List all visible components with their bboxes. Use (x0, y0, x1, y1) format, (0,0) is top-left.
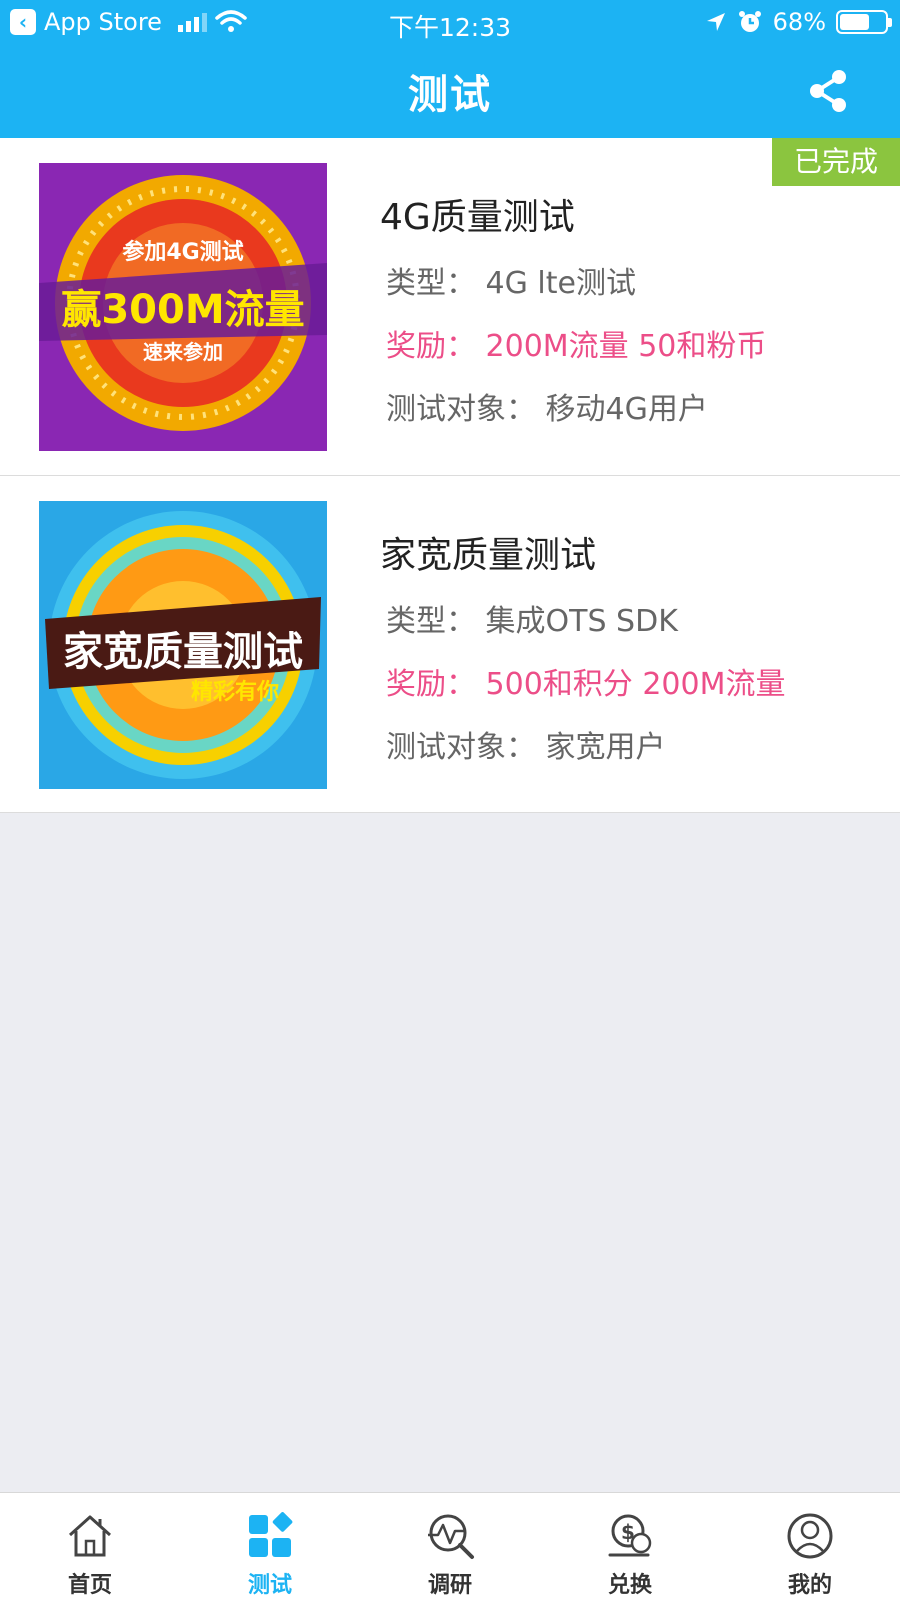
banner-broadband-line1: 家宽质量测试 (63, 629, 303, 675)
tab-label: 首页 (67, 1573, 112, 1598)
alarm-icon (738, 11, 761, 32)
banner-4g-line2: 赢300M流量 (61, 287, 304, 333)
location-arrow-icon (706, 13, 725, 31)
tab-label: 调研 (427, 1573, 472, 1598)
tab-mine[interactable]: 我的 (720, 1493, 900, 1600)
tab-label: 测试 (247, 1573, 292, 1598)
banner-4g-line3: 速来参加 (143, 340, 223, 364)
tab-research[interactable]: 调研 (360, 1493, 540, 1600)
tab-label: 兑换 (607, 1573, 652, 1598)
test-type: 类型： 集成OTS SDK (386, 604, 678, 639)
tab-home[interactable]: 首页 (0, 1493, 180, 1600)
banner-broadband-line2: 精彩有你 (191, 679, 279, 705)
tab-exchange[interactable]: $ 兑换 (540, 1493, 720, 1600)
test-reward: 奖励： 200M流量 50和粉币 (386, 329, 767, 364)
top-bar: ‹ App Store 下午12:33 68% 测试 (0, 0, 900, 138)
test-target: 测试对象： 家宽用户 (386, 730, 666, 765)
test-card-broadband[interactable]: 家宽质量测试 精彩有你 家宽质量测试 类型： 集成OTS SDK 奖励： 500… (0, 476, 900, 813)
status-right: 68% (705, 8, 892, 36)
test-type: 类型： 4G lte测试 (386, 266, 636, 301)
test-target: 测试对象： 移动4G用户 (386, 392, 708, 427)
user-icon (787, 1513, 833, 1559)
test-banner-broadband: 家宽质量测试 精彩有你 (39, 501, 327, 789)
battery-icon (836, 10, 892, 34)
tab-label: 我的 (787, 1573, 832, 1598)
share-icon[interactable] (806, 68, 850, 114)
grid-icon (249, 1512, 293, 1557)
battery-percent: 68% (772, 8, 826, 36)
test-title: 4G质量测试 (380, 197, 575, 238)
research-icon (428, 1514, 474, 1559)
test-reward: 奖励： 500和积分 200M流量 (386, 667, 786, 702)
banner-4g-line1: 参加4G测试 (122, 239, 243, 265)
status-bar: ‹ App Store 下午12:33 68% (0, 0, 900, 46)
test-title: 家宽质量测试 (380, 535, 597, 576)
status-badge-completed: 已完成 (772, 138, 900, 186)
bottom-tab-bar: 首页 测试 调研 $ 兑换 我的 (0, 1492, 900, 1600)
coin-icon: $ (608, 1514, 652, 1557)
test-banner-4g: 参加4G测试 赢300M流量 速来参加 (39, 163, 327, 451)
tab-test[interactable]: 测试 (180, 1493, 360, 1600)
page-title: 测试 (408, 72, 492, 118)
home-icon (68, 1515, 112, 1557)
test-card-4g[interactable]: 参加4G测试 赢300M流量 速来参加 4G质量测试 类型： 4G lte测试 … (0, 138, 900, 476)
